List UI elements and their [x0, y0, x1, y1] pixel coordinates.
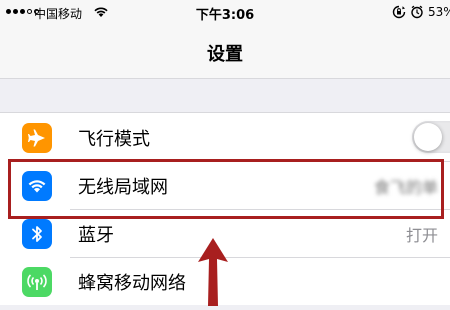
cellular-icon — [22, 267, 52, 297]
clock: 下午3:06 — [195, 8, 255, 23]
bluetooth-status: 打开 — [405, 226, 438, 245]
settings-item-airplane-mode[interactable]: 飞行模式 — [0, 113, 450, 161]
wifi-network-name: 食飞的单 — [373, 178, 438, 197]
settings-item-label: 蓝牙 — [78, 225, 114, 246]
arrow-up-annotation-icon — [196, 236, 230, 310]
orientation-lock-icon — [392, 5, 406, 23]
settings-item-label: 飞行模式 — [78, 129, 150, 150]
bluetooth-icon — [22, 219, 52, 249]
navigation-bar: 设置 — [0, 28, 450, 79]
settings-item-wlan[interactable]: 无线局域网 食飞的单 — [0, 161, 450, 209]
settings-item-label: 蜂窝移动网络 — [78, 273, 186, 294]
airplane-mode-toggle[interactable] — [412, 121, 450, 153]
alarm-icon — [410, 5, 424, 23]
airplane-icon — [22, 123, 52, 153]
wifi-icon — [22, 171, 52, 201]
battery-percentage: 53% — [428, 5, 450, 19]
settings-item-label: 无线局域网 — [78, 177, 168, 198]
toggle-knob — [414, 123, 442, 151]
page-title: 设置 — [207, 44, 243, 65]
status-bar: 中国移动 下午3:06 53% — [0, 0, 450, 28]
